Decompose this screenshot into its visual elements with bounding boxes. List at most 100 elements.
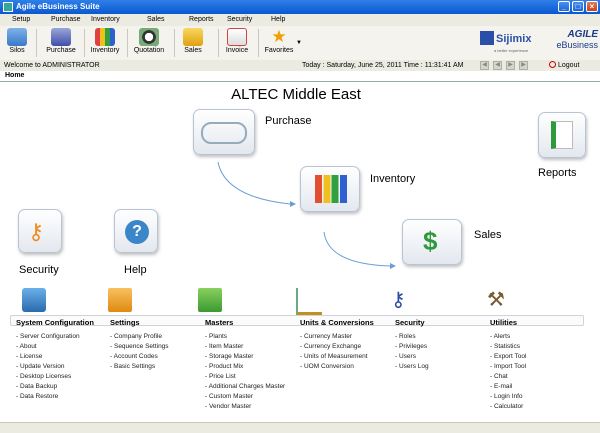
list-item[interactable]: Chat xyxy=(490,372,526,382)
list-item[interactable]: Users Log xyxy=(395,362,429,372)
list-item[interactable]: About xyxy=(16,342,80,352)
welcome-text: Welcome to ADMINISTRATOR xyxy=(4,62,100,69)
inventory-tile[interactable] xyxy=(300,166,360,212)
reports-tile[interactable] xyxy=(538,112,586,158)
list-item[interactable]: Currency Master xyxy=(300,332,368,342)
list-item[interactable]: Vendor Master xyxy=(205,402,285,412)
close-button[interactable]: × xyxy=(586,1,598,12)
masters-icon xyxy=(198,288,222,312)
list-item[interactable]: Server Configuration xyxy=(16,332,80,342)
favorites-dropdown-icon[interactable]: ▼ xyxy=(296,40,302,46)
list-item[interactable]: Roles xyxy=(395,332,429,342)
maximize-button[interactable]: □ xyxy=(572,1,584,12)
nav-last-button[interactable]: ▶ xyxy=(519,61,528,70)
list-item[interactable]: Additional Charges Master xyxy=(205,382,286,392)
menu-purchase[interactable]: Purchase xyxy=(51,16,81,23)
settings-icon xyxy=(108,288,132,312)
sales-tile[interactable]: $ xyxy=(402,219,462,265)
title-bar: Agile eBusiness Suite _ □ × xyxy=(0,0,600,14)
menu-sales[interactable]: Sales xyxy=(147,16,165,23)
dollar-icon xyxy=(183,28,203,46)
toolbar-purchase-label: Purchase xyxy=(46,47,76,54)
section-title-units-conversions: Units & Conversions xyxy=(300,318,374,327)
help-label[interactable]: Help xyxy=(124,264,147,276)
list-item[interactable]: Update Version xyxy=(16,362,80,372)
menu-reports[interactable]: Reports xyxy=(189,16,214,23)
minimize-button[interactable]: _ xyxy=(558,1,570,12)
reports-label[interactable]: Reports xyxy=(538,167,577,179)
toolbar: Silos Purchase Inventory Quotation Sales… xyxy=(0,26,600,61)
section-title-masters: Masters xyxy=(205,318,234,327)
list-item[interactable]: Alerts xyxy=(490,332,526,342)
list-item[interactable]: Statistics xyxy=(490,342,526,352)
security-list: Roles Privileges Users Users Log xyxy=(395,332,429,372)
toolbar-quotation-button[interactable]: Quotation xyxy=(131,27,167,59)
list-item[interactable]: Login Info xyxy=(490,392,526,402)
list-item[interactable]: E-mail xyxy=(490,382,526,392)
system-configuration-list: Server Configuration About License Updat… xyxy=(16,332,80,402)
quotation-icon xyxy=(139,28,159,46)
nav-next-button[interactable]: ▶ xyxy=(506,61,515,70)
menu-inventory[interactable]: Inventory xyxy=(91,16,120,23)
toolbar-separator xyxy=(174,29,175,57)
list-item[interactable]: Calculator xyxy=(490,402,526,412)
bottom-status-strip xyxy=(0,422,600,433)
toolbar-inventory-button[interactable]: Inventory xyxy=(88,27,122,59)
inventory-label[interactable]: Inventory xyxy=(370,173,415,185)
toolbar-quotation-label: Quotation xyxy=(133,47,165,54)
menu-security[interactable]: Security xyxy=(227,16,252,23)
list-item[interactable]: Basic Settings xyxy=(110,362,169,372)
list-item[interactable]: Custom Master xyxy=(205,392,285,402)
list-item[interactable]: Sequence Settings xyxy=(110,342,169,352)
purchase-label[interactable]: Purchase xyxy=(265,115,311,127)
menu-help[interactable]: Help xyxy=(271,16,285,23)
app-icon xyxy=(3,2,13,12)
tab-home[interactable]: Home xyxy=(5,72,24,79)
bar-chart-icon xyxy=(95,28,115,46)
toolbar-silos-button[interactable]: Silos xyxy=(2,27,32,59)
list-item[interactable]: Price List xyxy=(205,372,285,382)
sales-label[interactable]: Sales xyxy=(474,229,502,241)
invoice-icon xyxy=(227,28,247,46)
list-item[interactable]: Currency Exchange xyxy=(300,342,368,352)
toolbar-separator xyxy=(218,29,219,57)
toolbar-sales-button[interactable]: Sales xyxy=(178,27,208,59)
menu-setup[interactable]: Setup xyxy=(12,16,30,23)
key-icon: ⚷ xyxy=(28,219,45,244)
list-item[interactable]: Item Master xyxy=(205,342,285,352)
section-title-security: Security xyxy=(395,318,425,327)
list-item[interactable]: Data Restore xyxy=(16,392,80,402)
list-item[interactable]: Plants xyxy=(205,332,285,342)
toolbar-purchase-button[interactable]: Purchase xyxy=(44,27,78,59)
logout-button[interactable]: Logout xyxy=(549,61,579,69)
list-item[interactable]: License xyxy=(16,352,80,362)
security-tile[interactable]: ⚷ xyxy=(18,209,62,253)
list-item[interactable]: Privileges xyxy=(395,342,429,352)
list-item[interactable]: Storage Master xyxy=(205,352,285,362)
toolbar-favorites-button[interactable]: ★ Favorites xyxy=(262,27,296,59)
tab-bar: Home xyxy=(0,71,600,82)
list-item[interactable]: Desktop Licenses xyxy=(16,372,80,382)
list-item[interactable]: Data Backup xyxy=(16,382,80,392)
list-item[interactable]: Account Codes xyxy=(110,352,169,362)
section-title-settings: Settings xyxy=(110,318,140,327)
purchase-tile[interactable] xyxy=(193,109,255,155)
help-tile[interactable]: ? xyxy=(114,209,158,253)
truck-icon xyxy=(51,28,71,46)
security-label[interactable]: Security xyxy=(19,264,59,276)
list-item[interactable]: Units of Measurement xyxy=(300,352,368,362)
units-conversions-icon xyxy=(296,288,322,315)
system-configuration-icon xyxy=(22,288,46,312)
list-item[interactable]: Export Tool xyxy=(490,352,526,362)
nav-prev-button[interactable]: ◀ xyxy=(493,61,502,70)
section-title-utilities: Utilities xyxy=(490,318,518,327)
list-item[interactable]: Users xyxy=(395,352,429,362)
utilities-list: Alerts Statistics Export Tool Import Too… xyxy=(490,332,527,412)
nav-first-button[interactable]: ◀ xyxy=(480,61,489,70)
toolbar-invoice-button[interactable]: Invoice xyxy=(222,27,252,59)
list-item[interactable]: Product Mix xyxy=(205,362,285,372)
list-item[interactable]: Company Profile xyxy=(110,332,169,342)
list-item[interactable]: Import Tool xyxy=(490,362,526,372)
toolbar-favorites-label: Favorites xyxy=(264,47,294,54)
list-item[interactable]: UOM Conversion xyxy=(300,362,368,372)
